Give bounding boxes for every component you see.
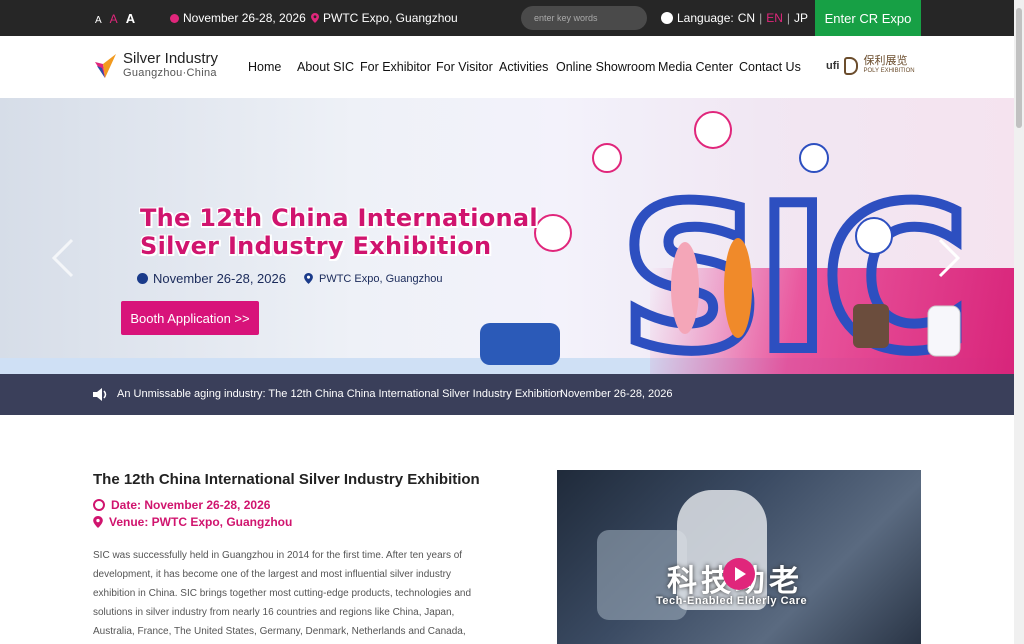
ufi-logo: ufi (826, 60, 840, 72)
hero-title-line2: Silver Industry Exhibition (140, 232, 492, 260)
intro-venue: Venue: PWTC Expo, Guangzhou (93, 515, 292, 529)
logo-subtitle: Guangzhou·China (123, 67, 217, 79)
site-logo[interactable]: Silver Industry Guangzhou·China (93, 51, 218, 80)
top-bar: A A A November 26-28, 2026 PWTC Expo, Gu… (0, 0, 1014, 36)
sic-illustration: SIC (480, 111, 974, 378)
nav-item-media[interactable]: Media Center (658, 60, 733, 74)
main-nav: Silver Industry Guangzhou·China Home Abo… (0, 36, 1014, 98)
news-ticker: An Unmissable aging industry: The 12th C… (0, 374, 1014, 415)
hero-icon-circle (694, 111, 732, 149)
vehicle (480, 323, 560, 365)
language-jp[interactable]: JP (794, 11, 808, 25)
partner-logos: ufi 保利展览 POLY EXHIBITION (826, 56, 915, 76)
hero-meta: November 26-28, 2026 PWTC Expo, Guangzho… (137, 271, 443, 286)
language-switcher: Language: CN | EN | JP (661, 11, 808, 25)
clock-icon (170, 13, 179, 23)
nav-item-contact[interactable]: Contact Us (739, 60, 801, 74)
hero-icon-circle (534, 214, 572, 252)
hero-icon-circle (799, 143, 829, 173)
location-pin-icon (311, 13, 319, 23)
hero-venue: PWTC Expo, Guangzhou (318, 272, 443, 285)
language-separator: | (759, 11, 763, 25)
language-en[interactable]: EN (766, 11, 783, 25)
ticker-text[interactable]: An Unmissable aging industry: The 12th C… (117, 388, 563, 400)
poly-logo-text: 保利展览 POLY EXHIBITION (863, 56, 914, 76)
carousel-prev-icon[interactable] (48, 236, 78, 280)
font-size-small[interactable]: A (95, 15, 102, 26)
topbar-date-text: November 26-28, 2026 (183, 11, 306, 25)
speaker-icon (93, 388, 107, 401)
page: A A A November 26-28, 2026 PWTC Expo, Gu… (0, 0, 1024, 644)
runner-woman (671, 242, 699, 334)
poly-logo-icon (844, 57, 859, 75)
ticker-date: November 26-28, 2026 (560, 388, 673, 400)
nav-item-about[interactable]: About SIC (297, 60, 354, 74)
hero-icon-circle (592, 143, 622, 173)
hero-icon-circle (855, 217, 893, 255)
language-label: Language: (677, 11, 734, 25)
intro-date-text: Date: November 26-28, 2026 (111, 498, 271, 512)
nav-item-exhibitor[interactable]: For Exhibitor (360, 60, 431, 74)
language-separator: | (786, 11, 790, 25)
nav-item-visitor[interactable]: For Visitor (436, 60, 493, 74)
intro-date: Date: November 26-28, 2026 (93, 498, 270, 512)
location-pin-icon (304, 273, 313, 284)
page-scrollbar[interactable] (1014, 0, 1024, 644)
hero-title-line1: The 12th China International (140, 204, 538, 232)
topbar-venue: PWTC Expo, Guangzhou (311, 11, 458, 25)
intro-description: SIC was successfully held in Guangzhou i… (93, 550, 472, 637)
font-size-medium[interactable]: A (110, 12, 118, 26)
topbar-venue-text: PWTC Expo, Guangzhou (323, 11, 458, 25)
topbar-date: November 26-28, 2026 (170, 11, 306, 25)
promo-video[interactable]: 科技助老 Tech-Enabled Elderly Care (557, 470, 921, 644)
clock-icon (93, 499, 105, 511)
booth-application-button[interactable]: Booth Application >> (121, 301, 259, 335)
nav-item-home[interactable]: Home (248, 60, 281, 74)
logo-mark-icon (95, 53, 116, 78)
wheelchair-person (853, 304, 889, 348)
clock-icon (137, 273, 148, 284)
enter-cr-expo-button[interactable]: Enter CR Expo (815, 0, 921, 36)
intro-title: The 12th China International Silver Indu… (93, 471, 480, 488)
video-caption-en: Tech-Enabled Elderly Care (656, 595, 808, 607)
font-size-switcher: A A A (95, 11, 135, 26)
hero-banner: SIC The 12th China International Silver … (0, 98, 1014, 415)
robot (927, 305, 961, 357)
hero-date: November 26-28, 2026 (153, 271, 286, 286)
intro-venue-text: Venue: PWTC Expo, Guangzhou (109, 515, 293, 529)
sic-letters: SIC (620, 163, 961, 378)
globe-icon (661, 12, 673, 24)
font-size-large[interactable]: A (126, 11, 135, 26)
search-input[interactable]: enter key words (521, 6, 647, 30)
poly-name-cn: 保利展览 (863, 55, 908, 67)
logo-title: Silver Industry (123, 50, 219, 67)
poly-name-en: POLY EXHIBITION (863, 68, 915, 74)
nav-item-showroom[interactable]: Online Showroom (556, 60, 655, 74)
location-pin-icon (93, 516, 103, 528)
carousel-next-icon[interactable] (934, 236, 964, 280)
nav-item-activities[interactable]: Activities (499, 60, 548, 74)
hero-title: The 12th China International Silver Indu… (140, 204, 538, 260)
language-cn[interactable]: CN (738, 11, 755, 25)
scrollbar-thumb[interactable] (1016, 8, 1022, 128)
play-icon[interactable] (723, 558, 755, 590)
runner-man (724, 238, 752, 338)
